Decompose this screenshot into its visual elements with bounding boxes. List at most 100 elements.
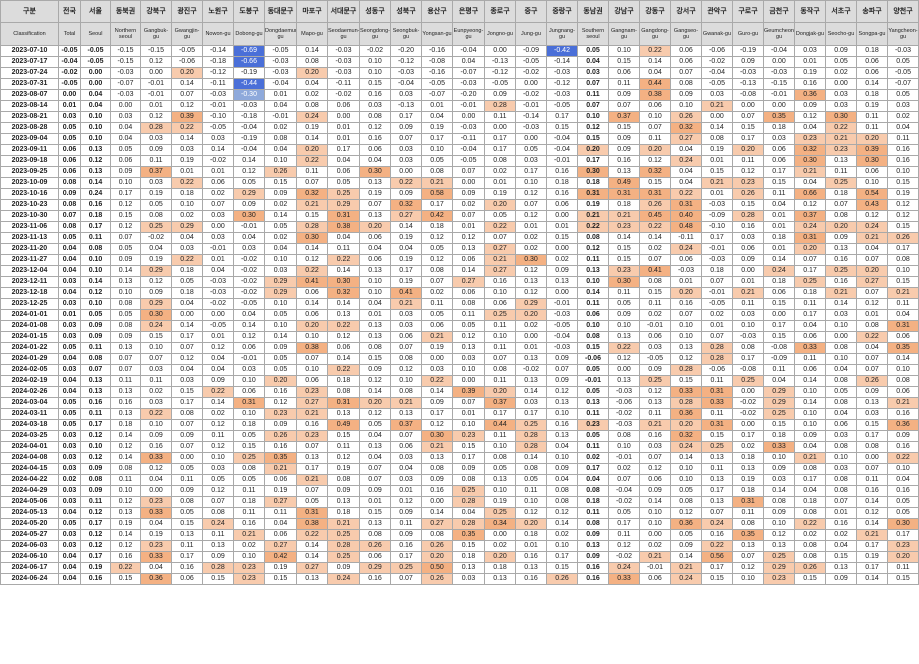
value-cell: 0.02 — [171, 210, 203, 222]
value-cell: 0.11 — [577, 254, 609, 266]
header-cell-en: Seongbuk-gu — [390, 22, 422, 46]
value-cell: 0.09 — [794, 430, 826, 442]
value-cell: 0.21 — [732, 287, 764, 299]
value-cell: 0.04 — [670, 177, 702, 189]
value-cell: 0.08 — [390, 353, 422, 365]
header-cell-en: Yangcheon-gu — [887, 22, 919, 46]
value-cell: 0.22 — [639, 45, 671, 57]
value-cell: -0.09 — [701, 210, 733, 222]
value-cell: 0.05 — [264, 221, 297, 233]
row-date-cell: 2024-03-04 — [0, 397, 59, 409]
value-cell: 0.11 — [639, 408, 671, 420]
value-cell: 0.05 — [670, 485, 702, 497]
value-cell: 0.08 — [58, 221, 81, 233]
value-cell: 0.05 — [296, 496, 328, 508]
table-row: 2024-02-26 0.04 0.13 0.13 0.02 0.15 0.22 0.06 0.… — [0, 386, 919, 398]
value-cell: 0.10 — [296, 364, 328, 376]
table-row: 2023-08-28 0.05 0.10 0.04 0.28 0.22 -0.05 -0.04… — [0, 122, 919, 134]
row-date-cell: 2023-10-23 — [0, 199, 59, 211]
value-cell: 0.13 — [110, 386, 141, 398]
value-cell: 0.19 — [140, 188, 172, 200]
value-cell: 0.10 — [202, 452, 234, 464]
value-cell: 0.13 — [452, 243, 485, 255]
value-cell: 0.38 — [327, 221, 360, 233]
table-row: 2024-04-15 0.03 0.09 0.08 0.12 0.05 0.03 0.08 0.… — [0, 463, 919, 475]
value-cell: 0.03 — [421, 364, 453, 376]
value-cell: 0.04 — [171, 298, 203, 310]
value-cell: 0.04 — [140, 243, 172, 255]
value-cell: 0.14 — [452, 265, 485, 277]
value-cell: 0.05 — [484, 210, 516, 222]
value-cell: 0.01 — [701, 320, 733, 332]
row-date-cell: 2024-01-22 — [0, 342, 59, 354]
value-cell: 0.25 — [452, 485, 485, 497]
value-cell: 0.19 — [390, 232, 422, 244]
value-cell: 0.27 — [264, 496, 297, 508]
value-cell: 0.14 — [856, 573, 888, 585]
value-cell: 0.03 — [202, 133, 234, 145]
value-cell: 0.02 — [264, 232, 297, 244]
value-cell: 0.15 — [233, 441, 265, 453]
value-cell: 0.16 — [856, 485, 888, 497]
value-cell: 0.12 — [233, 331, 265, 343]
row-date-cell: 2023-11-27 — [0, 254, 59, 266]
value-cell: 0.03 — [515, 397, 547, 409]
value-cell: 0.30 — [856, 155, 888, 167]
value-cell: 0.16 — [296, 419, 328, 431]
value-cell: 0.16 — [484, 276, 516, 288]
value-cell: 0.10 — [794, 408, 826, 420]
value-cell: -0.07 — [887, 78, 919, 90]
value-cell: 0.10 — [264, 155, 297, 167]
header-cell-en: Nowon-gu — [202, 22, 234, 46]
value-cell: 0.07 — [202, 496, 234, 508]
header-cell-ko: 동남권 — [577, 0, 609, 23]
value-cell: 0.28 — [701, 353, 733, 365]
value-cell: 0.06 — [390, 331, 422, 343]
value-cell: 0.04 — [794, 177, 826, 189]
value-cell: 0.04 — [887, 122, 919, 134]
value-cell: 0.03 — [732, 232, 764, 244]
value-cell: 0.00 — [701, 111, 733, 123]
table-row: 2023-10-30 0.07 0.18 0.15 0.08 0.02 0.03 0.30 0.… — [0, 210, 919, 222]
row-date-cell: 2024-04-15 — [0, 463, 59, 475]
value-cell: 0.09 — [577, 529, 609, 541]
value-cell: 0.08 — [825, 342, 857, 354]
value-cell: 0.03 — [390, 155, 422, 167]
value-cell: 0.07 — [452, 397, 485, 409]
value-cell: 0.13 — [546, 276, 578, 288]
value-cell: 0.05 — [264, 309, 297, 321]
header-cell-en: Gangbuk-gu — [140, 22, 172, 46]
value-cell: 0.10 — [484, 441, 516, 453]
value-cell: 0.08 — [825, 485, 857, 497]
value-cell: 0.21 — [264, 463, 297, 475]
value-cell: 0.13 — [825, 155, 857, 167]
value-cell: -0.06 — [171, 56, 203, 68]
header-cell-ko: 금천구 — [763, 0, 795, 23]
value-cell: 0.25 — [484, 309, 516, 321]
value-cell: 0.08 — [390, 386, 422, 398]
value-cell: 0.21 — [296, 408, 328, 420]
value-cell: 0.21 — [327, 518, 360, 530]
header-cell-ko: 서초구 — [825, 0, 857, 23]
value-cell: -0.18 — [202, 56, 234, 68]
value-cell: 0.04 — [264, 144, 297, 156]
row-date-cell: 2024-05-06 — [0, 496, 59, 508]
value-cell: 0.05 — [58, 122, 81, 134]
value-cell: 0.27 — [484, 265, 516, 277]
value-cell: 0.17 — [701, 232, 733, 244]
value-cell: -0.02 — [732, 397, 764, 409]
value-cell: 0.03 — [58, 364, 81, 376]
value-cell: 0.10 — [670, 463, 702, 475]
value-cell: -0.04 — [233, 122, 265, 134]
value-cell: 0.03 — [390, 89, 422, 101]
value-cell: 0.01 — [856, 309, 888, 321]
value-cell: 0.37 — [484, 397, 516, 409]
table-row: 2024-05-27 0.03 0.12 0.14 0.19 0.13 0.11 0.21 0.… — [0, 529, 919, 541]
value-cell: 0.18 — [327, 507, 360, 519]
row-date-cell: 2024-03-11 — [0, 408, 59, 420]
value-cell: -0.01 — [233, 221, 265, 233]
value-cell: -0.69 — [233, 45, 265, 57]
value-cell: 0.28 — [327, 540, 360, 552]
value-cell: 0.00 — [825, 331, 857, 343]
value-cell: 0.16 — [80, 199, 111, 211]
